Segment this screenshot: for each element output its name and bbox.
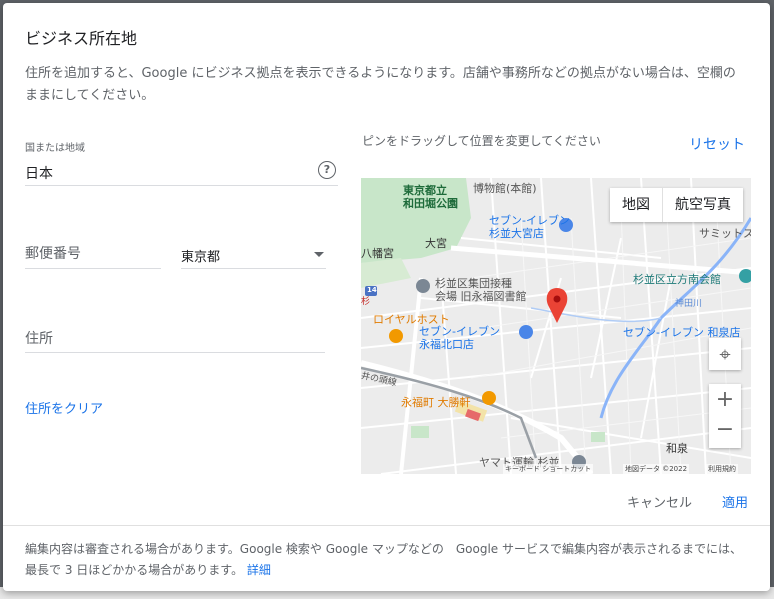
- footer-text: 編集内容は審査される場合があります。Google 検索や Google マップな…: [25, 542, 743, 577]
- map-label-izumi: 和泉: [666, 442, 688, 455]
- map-label-route-14: 14: [367, 286, 377, 294]
- map-label-museum: 博物館(本館): [473, 182, 537, 195]
- map-label-park: 東京都立 和田堀公園: [403, 184, 458, 210]
- map-label-honan-hall: 杉並区立方南会館: [633, 273, 721, 286]
- map-label-summit: サミットス: [699, 227, 751, 240]
- map-view[interactable]: 東京都立 和田堀公園 博物館(本館) 大宮 八幡宮 セブン-イレブン 杉並大宮店…: [361, 178, 751, 474]
- address-field[interactable]: 住所: [25, 328, 325, 353]
- apply-button[interactable]: 適用: [722, 492, 748, 511]
- my-location-button[interactable]: ⌖: [709, 338, 741, 370]
- crosshair-icon: ⌖: [719, 342, 731, 366]
- map-attribution-data: 地図データ ©2022: [623, 464, 690, 474]
- dialog-description: 住所を追加すると、Google にビジネス拠点を表示できるようになります。店舗や…: [25, 66, 736, 103]
- dialog-title: ビジネス所在地: [25, 29, 138, 48]
- footer-note: 編集内容は審査される場合があります。Google 検索や Google マップな…: [25, 539, 745, 581]
- postal-code-field[interactable]: 郵便番号: [25, 243, 161, 269]
- zoom-in-button[interactable]: +: [709, 384, 741, 416]
- map-type-map-button[interactable]: 地図: [610, 188, 662, 222]
- postal-code-placeholder: 郵便番号: [25, 246, 81, 262]
- map-attribution-shortcuts[interactable]: キーボード ショートカット: [503, 464, 594, 474]
- country-value: 日本: [25, 166, 53, 182]
- zoom-out-button[interactable]: −: [709, 416, 741, 448]
- chevron-down-icon: [314, 252, 324, 257]
- map-label-omiya: 大宮: [425, 237, 447, 250]
- map-label-sugi: 杉: [361, 297, 371, 307]
- map-type-satellite-button[interactable]: 航空写真: [663, 188, 743, 222]
- address-placeholder: 住所: [25, 331, 53, 347]
- help-icon[interactable]: ?: [318, 161, 336, 179]
- map-type-control: 地図 航空写真: [610, 188, 743, 222]
- prefecture-select[interactable]: 東京都: [181, 246, 326, 269]
- business-location-dialog: ビジネス所在地 住所を追加すると、Google にビジネス拠点を表示できるように…: [3, 3, 770, 591]
- clear-address-link[interactable]: 住所をクリア: [25, 398, 103, 417]
- map-label-taishoken: 永福町 大勝軒: [401, 396, 471, 409]
- map-attribution-terms[interactable]: 利用規約: [706, 464, 738, 474]
- country-field[interactable]: 日本 ?: [25, 161, 338, 186]
- learn-more-link[interactable]: 詳細: [247, 563, 271, 577]
- map-label-seven-eifuku: セブン-イレブン 永福北口店: [419, 325, 500, 351]
- map-label-kanda-river: 神田川: [675, 299, 703, 309]
- zoom-control: + −: [709, 384, 741, 448]
- reset-button[interactable]: リセット: [689, 134, 745, 154]
- map-label-hachiman: 八幡宮: [361, 247, 394, 260]
- pin-help-text: ピンをドラッグして位置を変更してください: [362, 134, 601, 148]
- prefecture-value: 東京都: [181, 250, 221, 265]
- footer-divider: [3, 525, 770, 526]
- cancel-button[interactable]: キャンセル: [627, 492, 692, 511]
- country-label: 国または地域: [25, 143, 85, 154]
- map-label-seven-omiya: セブン-イレブン 杉並大宮店: [489, 214, 570, 240]
- map-label-library: 杉並区集団接種 会場 旧永福図書館: [435, 277, 527, 303]
